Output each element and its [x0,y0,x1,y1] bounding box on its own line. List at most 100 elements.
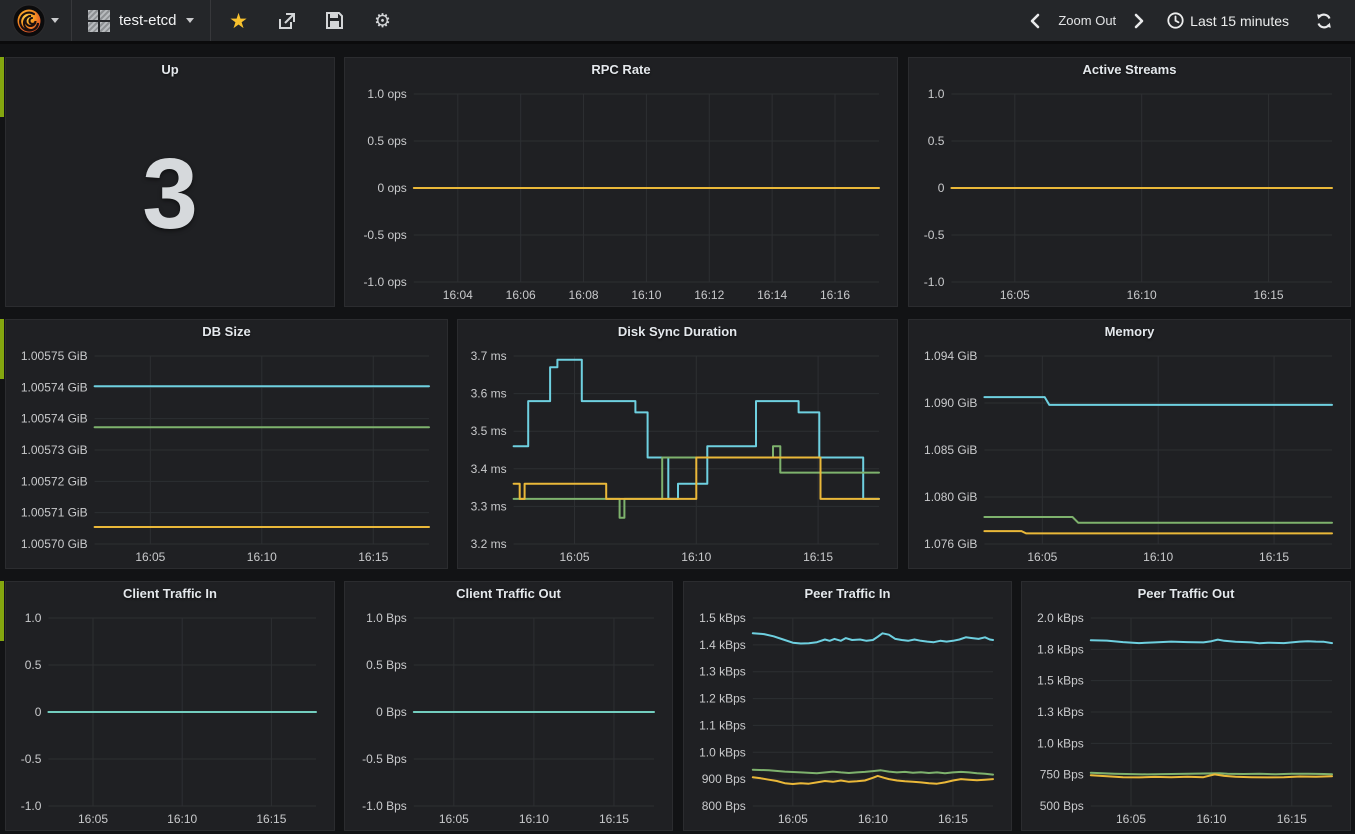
svg-text:0.5 Bps: 0.5 Bps [366,658,407,672]
panel-peer-traffic-out: Peer Traffic Out 2.0 kBps1.8 kBps1.5 kBp… [1021,581,1351,831]
svg-text:-0.5: -0.5 [21,752,42,766]
time-shift-back-button[interactable] [1021,13,1048,29]
panel-title[interactable]: RPC Rate [345,58,897,82]
svg-text:1.0 Bps: 1.0 Bps [366,611,407,625]
row-toggle-strip[interactable] [0,319,4,379]
dashboard-settings-button[interactable]: ⚙ [363,0,403,43]
client-traffic-in-chart[interactable]: 1.00.50-0.5-1.016:0516:1016:15 [8,606,332,828]
svg-text:-0.5: -0.5 [924,228,945,242]
svg-text:2.0 kBps: 2.0 kBps [1037,611,1084,625]
gear-icon: ⚙ [374,10,391,32]
rpc-rate-chart[interactable]: 1.0 ops0.5 ops0 ops-0.5 ops-1.0 ops16:04… [347,82,895,304]
svg-text:1.0: 1.0 [25,611,42,625]
svg-text:16:05: 16:05 [1027,550,1057,564]
panel-title[interactable]: Memory [909,320,1350,344]
chevron-down-icon [186,18,194,23]
svg-text:16:10: 16:10 [1196,812,1226,826]
singlestat-value-container[interactable]: 3 [6,82,334,306]
client-traffic-out-chart[interactable]: 1.0 Bps 0.5 Bps 0 Bps -0.5 Bps -1.0 Bps 16:05… [347,606,670,828]
svg-text:16:10: 16:10 [247,550,277,564]
svg-text:1.00571 GiB: 1.00571 GiB [21,506,88,520]
peer-traffic-in-chart[interactable]: 1.5 kBps 1.4 kBps 1.3 kBps 1.2 kBps 1.1 kBps… [686,606,1009,828]
main-menu-button[interactable] [0,0,72,41]
svg-text:16:10: 16:10 [519,812,549,826]
panel-title[interactable]: DB Size [6,320,447,344]
svg-text:16:16: 16:16 [820,288,850,302]
svg-text:1.3 kBps: 1.3 kBps [1037,705,1084,719]
refresh-button[interactable] [1303,12,1345,30]
svg-text:1.085 GiB: 1.085 GiB [924,443,977,457]
share-dashboard-button[interactable] [267,0,307,43]
panel-title[interactable]: Client Traffic Out [345,582,672,606]
navbar: test-etcd ★ [0,0,1355,44]
panel-peer-traffic-in: Peer Traffic In 1.5 kBps 1.4 kBps 1.3 kBps… [683,581,1012,831]
svg-text:16:08: 16:08 [569,288,599,302]
memory-chart[interactable]: 1.094 GiB1.090 GiB1.085 GiB1.080 GiB1.07… [911,344,1348,566]
panel-title[interactable]: Disk Sync Duration [458,320,897,344]
save-dashboard-button[interactable] [315,0,355,43]
panel-rpc-rate: RPC Rate 1.0 ops0.5 ops0 ops-0.5 ops-1.0… [344,57,898,307]
panel-title[interactable]: Client Traffic In [6,582,334,606]
refresh-icon [1315,12,1333,30]
panel-title[interactable]: Peer Traffic Out [1022,582,1350,606]
svg-text:16:05: 16:05 [78,812,108,826]
chevron-down-icon [51,18,59,23]
svg-text:16:10: 16:10 [858,812,888,826]
svg-text:16:10: 16:10 [1127,288,1157,302]
time-range-label: Last 15 minutes [1190,13,1289,29]
time-shift-forward-button[interactable] [1126,13,1153,29]
svg-text:16:05: 16:05 [135,550,165,564]
row-toggle-strip[interactable] [0,57,4,117]
svg-text:16:05: 16:05 [559,550,589,564]
svg-text:16:15: 16:15 [358,550,388,564]
dashboard-grid-icon [88,10,110,32]
svg-text:-1.0: -1.0 [21,799,42,813]
svg-text:750 Bps: 750 Bps [1040,768,1084,782]
svg-text:16:05: 16:05 [1000,288,1030,302]
svg-text:800 Bps: 800 Bps [702,799,746,813]
svg-text:-1.0 Bps: -1.0 Bps [362,799,407,813]
panel-client-traffic-out: Client Traffic Out 1.0 Bps 0.5 Bps 0 Bps -0… [344,581,673,831]
zoom-out-button[interactable]: Zoom Out [1048,13,1126,28]
svg-text:16:10: 16:10 [167,812,197,826]
svg-text:1.0: 1.0 [928,87,945,101]
svg-text:1.5 kBps: 1.5 kBps [699,611,746,625]
panel-up: Up 3 [5,57,335,307]
panel-memory: Memory 1.094 GiB1.090 GiB1.085 GiB1.080 … [908,319,1351,569]
svg-text:16:06: 16:06 [506,288,536,302]
svg-text:16:12: 16:12 [694,288,724,302]
panel-title[interactable]: Active Streams [909,58,1350,82]
db-size-chart[interactable]: 1.00575 GiB1.00574 GiB1.00574 GiB1.00573… [8,344,445,566]
star-dashboard-button[interactable]: ★ [219,0,259,43]
svg-text:16:15: 16:15 [938,812,968,826]
svg-text:1.00572 GiB: 1.00572 GiB [21,474,88,488]
svg-text:16:05: 16:05 [439,812,469,826]
svg-text:16:15: 16:15 [1259,550,1289,564]
disk-sync-duration-chart[interactable]: 3.7 ms3.6 ms3.5 ms3.4 ms3.3 ms3.2 ms16:0… [460,344,895,566]
svg-text:16:04: 16:04 [443,288,473,302]
svg-text:16:15: 16:15 [1254,288,1284,302]
peer-traffic-out-chart[interactable]: 2.0 kBps1.8 kBps1.5 kBps1.3 kBps1.0 kBps… [1024,606,1348,828]
time-range-picker[interactable]: Last 15 minutes [1153,12,1303,29]
singlestat-value: 3 [142,137,198,252]
dashboard-picker[interactable]: test-etcd [72,0,211,41]
svg-text:1.090 GiB: 1.090 GiB [924,396,977,410]
svg-text:1.3 kBps: 1.3 kBps [699,665,746,679]
active-streams-chart[interactable]: 1.00.50-0.5-1.016:0516:1016:15 [911,82,1348,304]
svg-text:3.6 ms: 3.6 ms [471,387,507,401]
svg-text:-0.5 Bps: -0.5 Bps [362,752,407,766]
panel-active-streams: Active Streams 1.00.50-0.5-1.016:0516:10… [908,57,1351,307]
svg-text:0.5 ops: 0.5 ops [367,134,406,148]
svg-text:3.2 ms: 3.2 ms [471,537,507,551]
svg-text:1.080 GiB: 1.080 GiB [924,490,977,504]
svg-text:1.1 kBps: 1.1 kBps [699,718,746,732]
svg-text:3.5 ms: 3.5 ms [471,424,507,438]
panel-title[interactable]: Up [6,58,334,82]
svg-text:1.00574 GiB: 1.00574 GiB [21,380,88,394]
svg-text:0 Bps: 0 Bps [376,705,407,719]
row-toggle-strip[interactable] [0,581,4,641]
svg-text:1.4 kBps: 1.4 kBps [699,638,746,652]
clock-icon [1167,12,1184,29]
svg-text:1.2 kBps: 1.2 kBps [699,692,746,706]
panel-title[interactable]: Peer Traffic In [684,582,1011,606]
